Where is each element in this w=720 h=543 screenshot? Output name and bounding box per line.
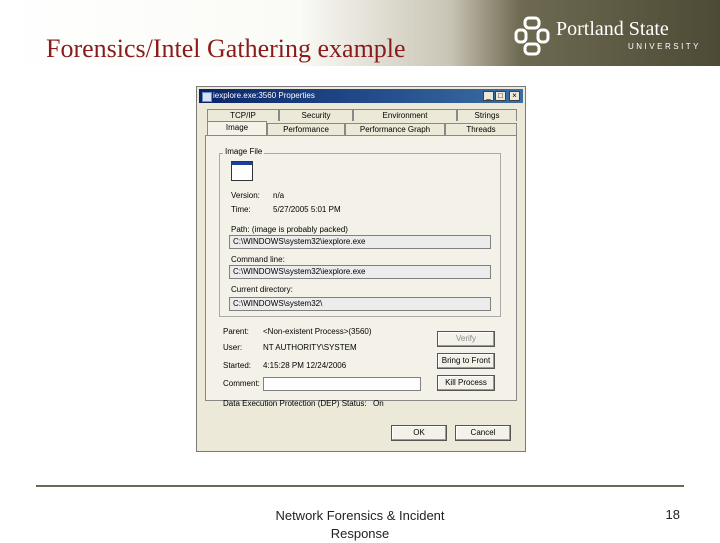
tab-security[interactable]: Security — [279, 109, 353, 121]
parent-label: Parent: — [223, 327, 249, 336]
version-label: Version: — [231, 191, 260, 200]
tab-image[interactable]: Image — [207, 121, 267, 135]
user-label: User: — [223, 343, 243, 352]
current-directory-label: Current directory: — [231, 285, 293, 294]
minimize-button[interactable]: _ — [483, 91, 494, 101]
user-value: NT AUTHORITY\SYSTEM — [263, 343, 357, 352]
image-file-group-label: Image File — [223, 147, 265, 156]
command-line-label: Command line: — [231, 255, 285, 264]
footer-text: Network Forensics & Incident Response — [275, 508, 445, 541]
time-label: Time: — [231, 205, 251, 214]
time-value: 5/27/2005 5:01 PM — [273, 205, 341, 214]
dep-status-value: On — [373, 399, 384, 408]
tab-strings[interactable]: Strings — [457, 109, 517, 121]
slide-title: Forensics/Intel Gathering example — [46, 34, 406, 63]
dep-status-label: Data Execution Protection (DEP) Status: — [223, 399, 367, 408]
university-logo: Portland State UNIVERSITY — [512, 14, 712, 58]
comment-input[interactable] — [263, 377, 421, 391]
process-properties-dialog: iexplore.exe:3560 Properties _ □ × TCP/I… — [196, 86, 526, 452]
tab-threads[interactable]: Threads — [445, 123, 517, 135]
dialog-title: iexplore.exe:3560 Properties — [213, 91, 315, 100]
comment-label: Comment: — [223, 379, 260, 388]
path-field[interactable]: C:\WINDOWS\system32\iexplore.exe — [229, 235, 491, 249]
current-directory-field[interactable]: C:\WINDOWS\system32\ — [229, 297, 491, 311]
maximize-button[interactable]: □ — [495, 91, 506, 101]
tab-tcpip[interactable]: TCP/IP — [207, 109, 279, 121]
kill-process-button[interactable]: Kill Process — [437, 375, 495, 391]
version-value: n/a — [273, 191, 285, 200]
started-value: 4:15:28 PM 12/24/2006 — [263, 361, 347, 370]
ok-button[interactable]: OK — [391, 425, 447, 441]
application-file-icon — [231, 161, 253, 181]
footer-divider — [36, 485, 684, 487]
tab-performance-graph[interactable]: Performance Graph — [345, 123, 445, 135]
bring-to-front-button[interactable]: Bring to Front — [437, 353, 495, 369]
page-number: 18 — [665, 507, 680, 522]
window-icon — [202, 92, 212, 102]
started-label: Started: — [223, 361, 252, 370]
path-label: Path: (image is probably packed) — [231, 225, 348, 234]
dialog-titlebar[interactable]: iexplore.exe:3560 Properties _ □ × — [199, 89, 523, 103]
tab-environment[interactable]: Environment — [353, 109, 457, 121]
logo-name: Portland State — [556, 18, 669, 40]
command-line-field[interactable]: C:\WINDOWS\system32\iexplore.exe — [229, 265, 491, 279]
parent-value: <Non-existent Process>(3560) — [263, 327, 372, 336]
cancel-button[interactable]: Cancel — [455, 425, 511, 441]
tab-performance[interactable]: Performance — [267, 123, 345, 135]
logo-subtitle: UNIVERSITY — [628, 42, 702, 51]
close-button[interactable]: × — [509, 91, 520, 101]
verify-button[interactable]: Verify — [437, 331, 495, 347]
portland-state-logo-icon — [514, 16, 550, 56]
